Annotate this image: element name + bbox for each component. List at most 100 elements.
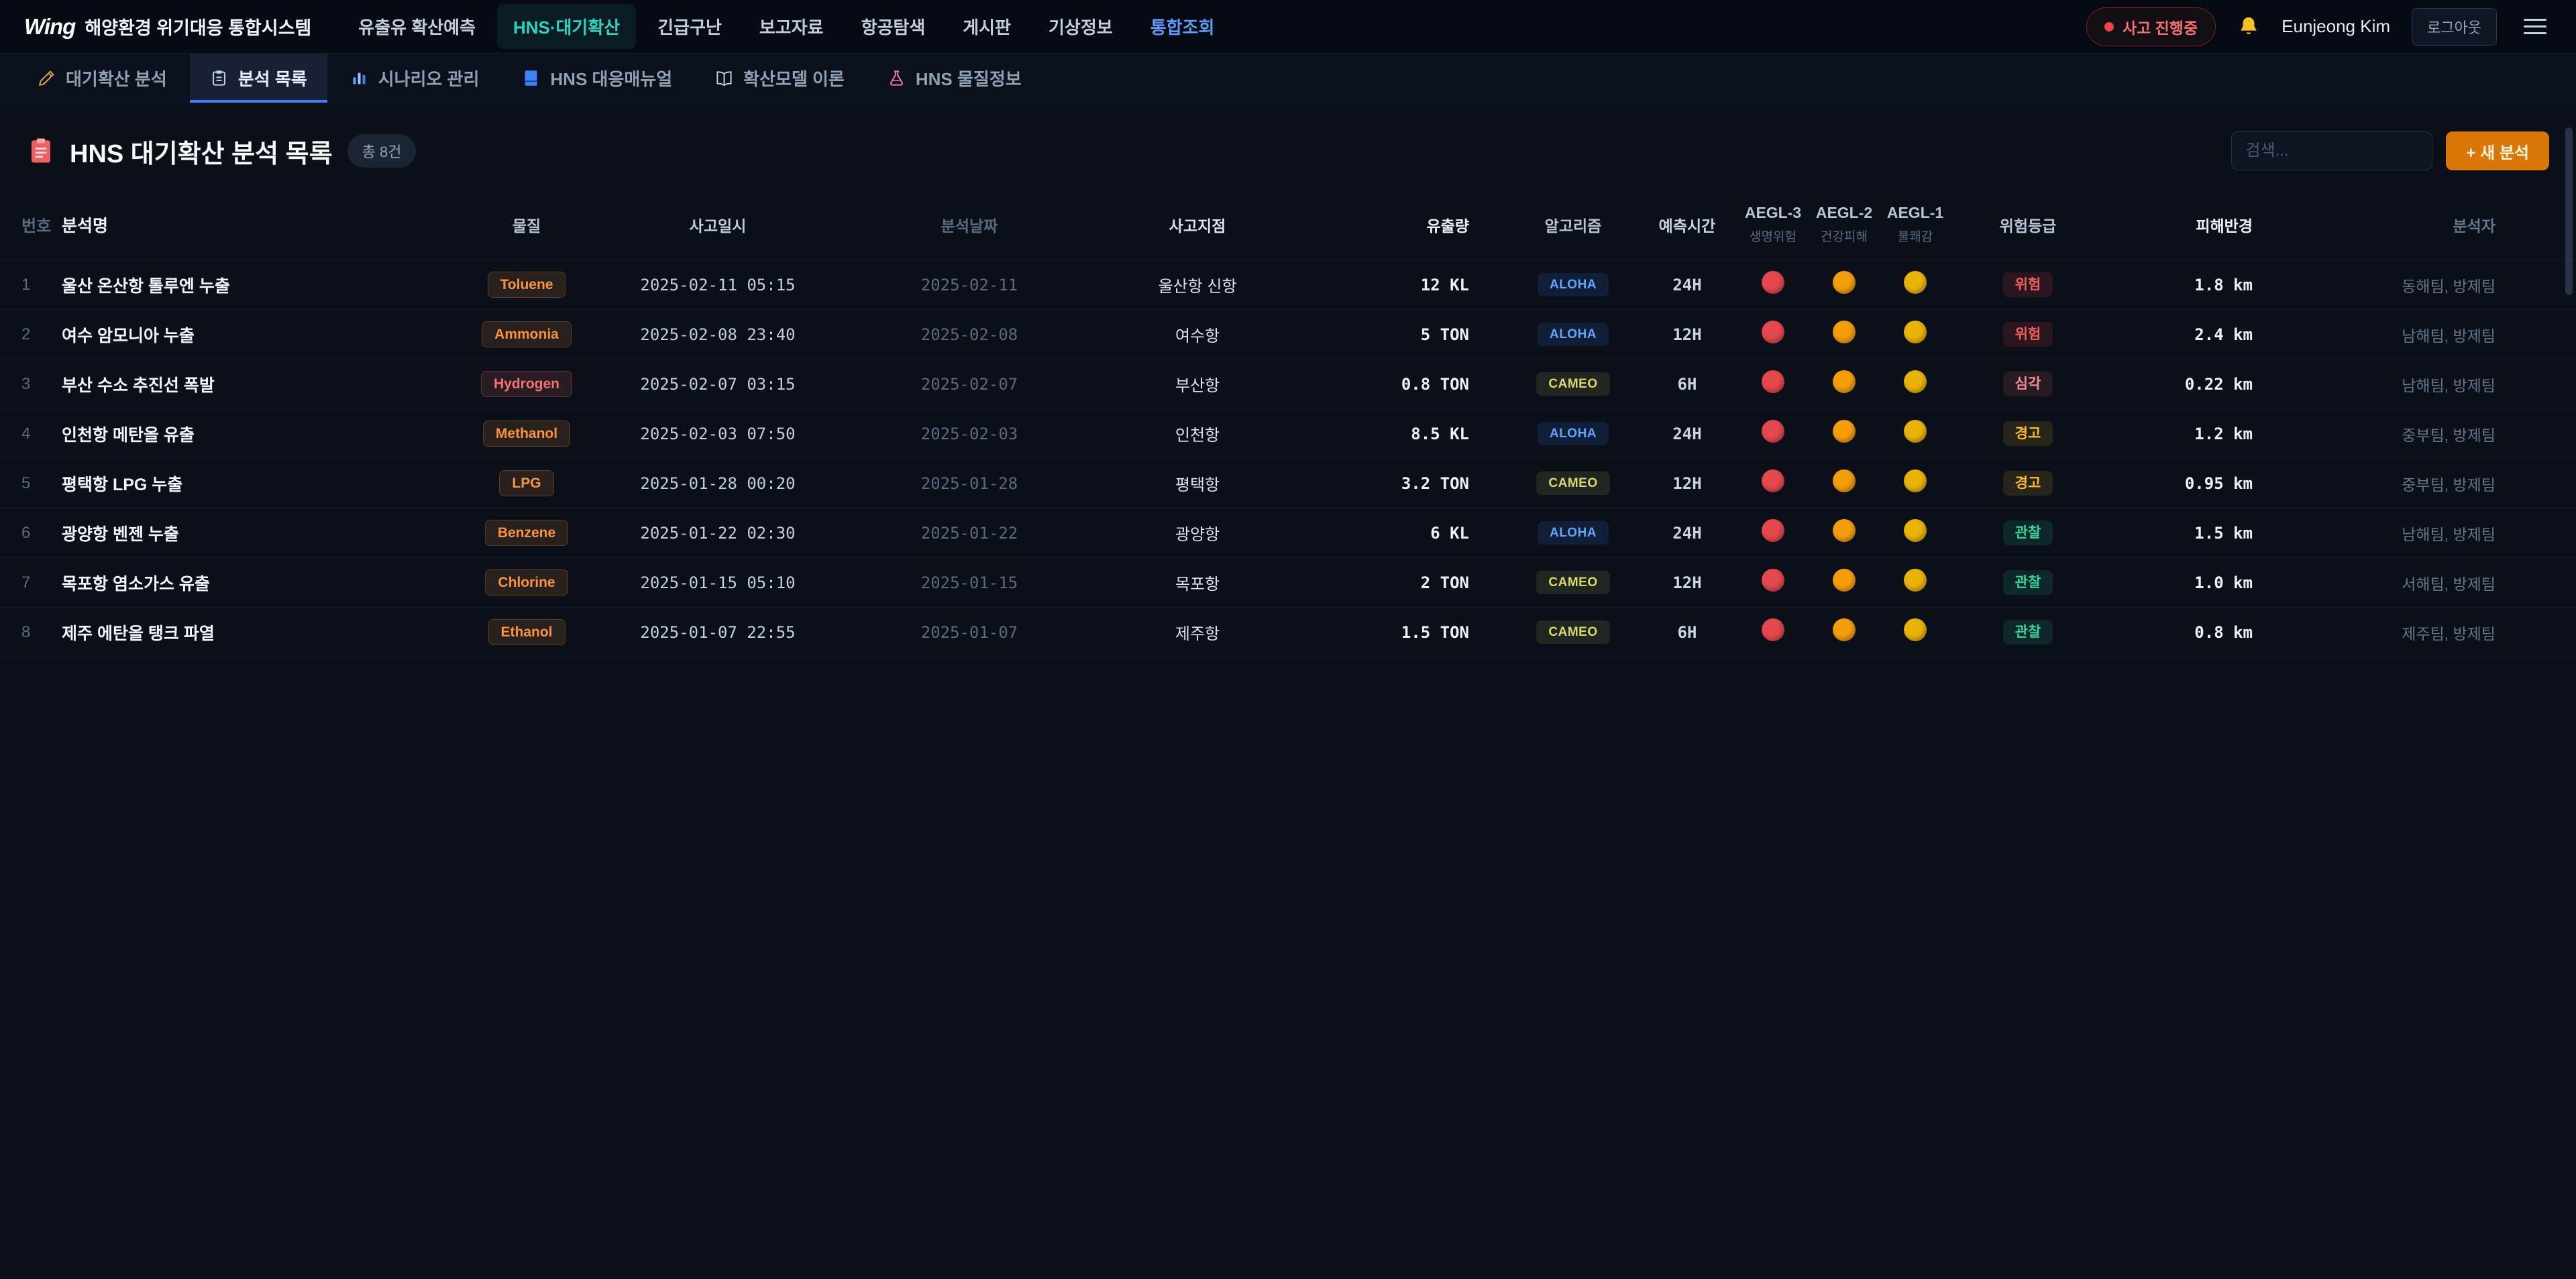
cell-analysis-name: 부산 수소 추진선 폭발 bbox=[59, 359, 470, 409]
cell-no: 8 bbox=[0, 608, 59, 657]
table-row[interactable]: 3부산 수소 추진선 폭발Hydrogen2025-02-07 03:15202… bbox=[0, 359, 2576, 409]
cell-substance: Benzene bbox=[470, 508, 584, 558]
aegl3-level-indicator bbox=[1762, 569, 1784, 592]
aegl1-level-indicator bbox=[1904, 569, 1927, 592]
cell-duration: 6H bbox=[1637, 608, 1737, 657]
logout-button[interactable]: 로그아웃 bbox=[2412, 8, 2497, 46]
top-right-cluster: 사고 진행중 Eunjeong Kim 로그아웃 bbox=[2086, 7, 2552, 46]
table-row[interactable]: 6광양항 벤젠 누출Benzene2025-01-22 02:302025-01… bbox=[0, 508, 2576, 558]
algorithm-badge: ALOHA bbox=[1538, 273, 1609, 296]
risk-grade-badge: 심각 bbox=[2003, 372, 2053, 396]
substance-badge: Hydrogen bbox=[481, 371, 572, 397]
nav-item-reports[interactable]: 보고자료 bbox=[743, 4, 840, 49]
tab-hns-substance-info[interactable]: HNS 물질정보 bbox=[867, 54, 1042, 103]
cell-location: 목포항 bbox=[1087, 558, 1308, 608]
cell-spill-amount: 8.5 KL bbox=[1308, 409, 1509, 459]
aegl2-level-indicator bbox=[1833, 469, 1856, 492]
cell-spill-amount: 5 TON bbox=[1308, 310, 1509, 359]
aegl3-level-indicator bbox=[1762, 469, 1784, 492]
tab-hns-manual[interactable]: HNS 대응매뉴얼 bbox=[502, 54, 692, 103]
aegl3-level-indicator bbox=[1762, 519, 1784, 542]
tab-label: 분석 목록 bbox=[238, 66, 307, 91]
search-input[interactable] bbox=[2231, 131, 2432, 170]
cell-substance: Toluene bbox=[470, 260, 584, 310]
aegl2-level-indicator bbox=[1833, 569, 1856, 592]
chart-icon bbox=[350, 69, 368, 87]
tab-label: 시나리오 관리 bbox=[378, 66, 480, 91]
cell-accident-datetime: 2025-01-22 02:30 bbox=[584, 508, 852, 558]
nav-item-board[interactable]: 게시판 bbox=[947, 4, 1027, 49]
cell-duration: 12H bbox=[1637, 558, 1737, 608]
scrollbar-thumb[interactable] bbox=[2565, 127, 2573, 295]
risk-grade-badge: 위험 bbox=[2003, 322, 2053, 347]
cell-aegl3 bbox=[1737, 558, 1809, 608]
tab-scenario-management[interactable]: 시나리오 관리 bbox=[330, 54, 500, 103]
cell-aegl3 bbox=[1737, 359, 1809, 409]
algorithm-badge: CAMEO bbox=[1536, 471, 1609, 495]
algorithm-badge: ALOHA bbox=[1538, 521, 1609, 545]
app-title: 해양환경 위기대응 통합시스템 bbox=[85, 13, 311, 40]
table-row[interactable]: 4인천항 메탄올 유출Methanol2025-02-03 07:502025-… bbox=[0, 409, 2576, 459]
col-duration: 예측시간 bbox=[1637, 193, 1737, 260]
tab-dispersion-analysis[interactable]: 대기확산 분석 bbox=[17, 54, 187, 103]
table-row[interactable]: 5평택항 LPG 누출LPG2025-01-28 00:202025-01-28… bbox=[0, 459, 2576, 508]
cell-duration: 24H bbox=[1637, 260, 1737, 310]
cell-analysis-name: 제주 에탄올 탱크 파열 bbox=[59, 608, 470, 657]
hamburger-menu-icon[interactable] bbox=[2518, 13, 2552, 40]
table-row[interactable]: 8제주 에탄올 탱크 파열Ethanol2025-01-07 22:552025… bbox=[0, 608, 2576, 657]
app-logo[interactable]: Wing 해양환경 위기대응 통합시스템 bbox=[24, 13, 311, 40]
pencil-icon bbox=[38, 69, 56, 87]
aegl2-level-indicator bbox=[1833, 618, 1856, 641]
total-count-badge: 총 8건 bbox=[347, 134, 417, 168]
notification-bell-icon[interactable] bbox=[2237, 15, 2260, 38]
new-analysis-button[interactable]: + 새 분석 bbox=[2446, 131, 2549, 170]
cell-substance: Ethanol bbox=[470, 608, 584, 657]
cell-damage-radius: 1.5 km bbox=[2105, 508, 2293, 558]
aegl1-level-indicator bbox=[1904, 420, 1927, 443]
risk-grade-badge: 경고 bbox=[2003, 471, 2053, 496]
risk-grade-badge: 관찰 bbox=[2003, 570, 2053, 595]
table-row[interactable]: 2여수 암모니아 누출Ammonia2025-02-08 23:402025-0… bbox=[0, 310, 2576, 359]
aegl1-level-indicator bbox=[1904, 469, 1927, 492]
cell-substance: Ammonia bbox=[470, 310, 584, 359]
cell-aegl2 bbox=[1809, 409, 1880, 459]
nav-item-weather[interactable]: 기상정보 bbox=[1032, 4, 1129, 49]
cell-spill-amount: 2 TON bbox=[1308, 558, 1509, 608]
table-row[interactable]: 7목포항 염소가스 유출Chlorine2025-01-15 05:102025… bbox=[0, 558, 2576, 608]
tab-label: HNS 물질정보 bbox=[916, 66, 1022, 91]
cell-accident-datetime: 2025-02-11 05:15 bbox=[584, 260, 852, 310]
nav-item-rescue[interactable]: 긴급구난 bbox=[641, 4, 738, 49]
cell-location: 제주항 bbox=[1087, 608, 1308, 657]
cell-risk-grade: 위험 bbox=[1951, 260, 2105, 310]
cell-no: 2 bbox=[0, 310, 59, 359]
tab-analysis-list[interactable]: 분석 목록 bbox=[190, 54, 327, 103]
cell-aegl2 bbox=[1809, 359, 1880, 409]
aegl3-level-indicator bbox=[1762, 271, 1784, 294]
cell-aegl2 bbox=[1809, 310, 1880, 359]
algorithm-badge: CAMEO bbox=[1536, 372, 1609, 396]
nav-item-spill-forecast[interactable]: 유출유 확산예측 bbox=[342, 4, 492, 49]
nav-item-air-search[interactable]: 항공탐색 bbox=[845, 4, 942, 49]
cell-algorithm: ALOHA bbox=[1509, 409, 1637, 459]
cell-algorithm: ALOHA bbox=[1509, 310, 1637, 359]
cell-duration: 6H bbox=[1637, 359, 1737, 409]
tab-model-theory[interactable]: 확산모델 이론 bbox=[695, 54, 865, 103]
tab-label: 확산모델 이론 bbox=[743, 66, 845, 91]
aegl2-level-indicator bbox=[1833, 370, 1856, 393]
col-algorithm: 알고리즘 bbox=[1509, 193, 1637, 260]
cell-damage-radius: 1.2 km bbox=[2105, 409, 2293, 459]
nav-item-integrated-search[interactable]: 통합조회 bbox=[1134, 4, 1231, 49]
aegl3-level-indicator bbox=[1762, 420, 1784, 443]
table-row[interactable]: 1울산 온산항 톨루엔 누출Toluene2025-02-11 05:15202… bbox=[0, 260, 2576, 310]
manual-icon bbox=[522, 69, 540, 87]
cell-damage-radius: 2.4 km bbox=[2105, 310, 2293, 359]
aegl3-level-indicator bbox=[1762, 370, 1784, 393]
cell-analysis-date: 2025-01-28 bbox=[852, 459, 1087, 508]
nav-item-hns-dispersion[interactable]: HNS·대기확산 bbox=[497, 4, 636, 49]
col-substance: 물질 bbox=[470, 193, 584, 260]
cell-substance: LPG bbox=[470, 459, 584, 508]
clipboard-icon bbox=[27, 137, 55, 165]
col-aegl3: AEGL-3생명위험 bbox=[1737, 193, 1809, 260]
cell-analysis-date: 2025-02-07 bbox=[852, 359, 1087, 409]
cell-spill-amount: 3.2 TON bbox=[1308, 459, 1509, 508]
